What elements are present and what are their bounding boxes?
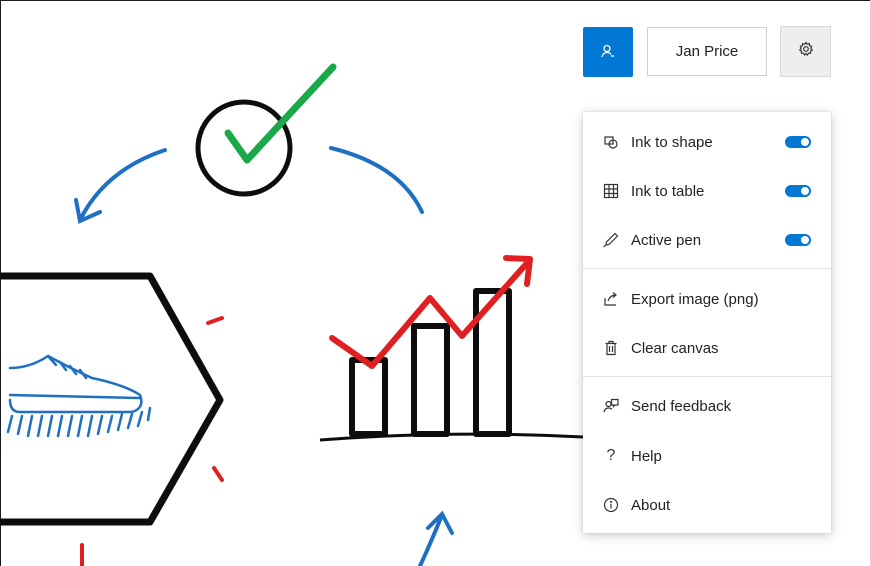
menu-item-help[interactable]: ? Help — [583, 436, 831, 476]
menu-divider — [583, 376, 831, 377]
bar-chart-sketch — [319, 288, 584, 442]
ink-to-table-toggle[interactable] — [785, 185, 811, 197]
person-icon — [601, 44, 615, 61]
pen-icon — [603, 232, 619, 248]
user-account-button[interactable] — [583, 27, 633, 77]
menu-item-clear-canvas[interactable]: Clear canvas — [583, 328, 831, 368]
menu-item-send-feedback[interactable]: Send feedback — [583, 386, 831, 426]
red-accent-marks — [80, 316, 224, 566]
menu-item-label: Active pen — [631, 231, 702, 249]
shoe-drawing — [6, 354, 152, 438]
settings-button[interactable] — [780, 26, 831, 77]
export-icon — [603, 291, 619, 307]
gear-icon — [798, 41, 814, 62]
menu-item-label: Export image (png) — [631, 290, 759, 308]
settings-menu: Ink to shape Ink to table Active pen Exp… — [583, 112, 831, 533]
table-grid-icon — [603, 183, 619, 199]
ink-shape-icon — [603, 134, 619, 150]
menu-item-label: Clear canvas — [631, 339, 719, 357]
user-name: Jan Price — [675, 43, 739, 60]
menu-item-label: Ink to shape — [631, 133, 713, 151]
menu-item-label: Help — [631, 447, 662, 465]
menu-item-about[interactable]: About — [583, 485, 831, 525]
menu-item-label: Ink to table — [631, 182, 705, 200]
menu-item-label: About — [631, 496, 671, 514]
cycle-arrow-bottom-drawing — [418, 510, 454, 566]
checkmark-circle-drawing — [195, 63, 337, 197]
cycle-arrow-right-drawing — [329, 146, 424, 214]
user-name-display[interactable]: Jan Price — [647, 27, 767, 76]
menu-item-ink-to-table[interactable]: Ink to table — [583, 171, 831, 211]
trend-arrow-drawing — [329, 255, 533, 369]
feedback-icon — [603, 398, 619, 414]
menu-item-active-pen[interactable]: Active pen — [583, 220, 831, 260]
ink-to-shape-toggle[interactable] — [785, 136, 811, 148]
cycle-arrow-left-drawing — [74, 148, 167, 224]
menu-item-ink-to-shape[interactable]: Ink to shape — [583, 122, 831, 162]
menu-divider — [583, 268, 831, 269]
question-icon: ? — [606, 447, 616, 464]
menu-item-label: Send feedback — [631, 397, 732, 415]
info-icon — [603, 497, 619, 513]
menu-item-export-image[interactable]: Export image (png) — [583, 279, 831, 319]
hexagon-drawing — [0, 272, 224, 526]
active-pen-toggle[interactable] — [785, 234, 811, 246]
trash-icon — [603, 340, 619, 356]
